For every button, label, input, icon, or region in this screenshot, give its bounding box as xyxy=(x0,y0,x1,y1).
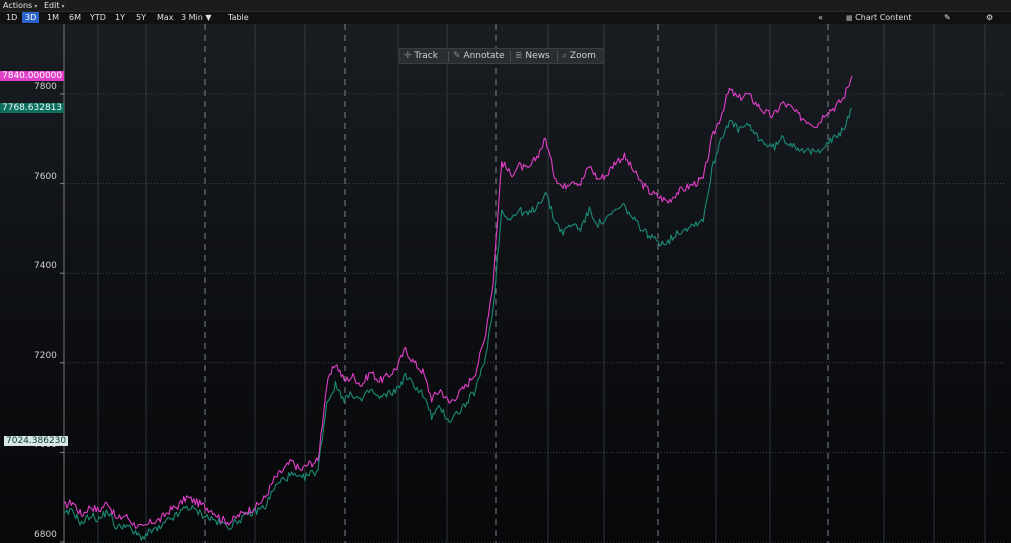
chart-area[interactable]: ✛ Track ✎ Annotate ≣ News ⌕ Zoom 6800700… xyxy=(0,24,1011,543)
y-tick-label: 7800 xyxy=(34,82,57,92)
reference-price-badge: 7024.386230 xyxy=(4,436,69,447)
gear-icon[interactable]: ⚙ xyxy=(986,12,993,24)
chart-content-label: Chart Content xyxy=(855,13,912,22)
actions-menu[interactable]: Actions ▾ xyxy=(3,0,37,12)
last-price-badge-primary: 7840.000000 xyxy=(0,71,65,82)
zoom-label: Zoom xyxy=(569,51,596,61)
magnifier-icon: ⌕ xyxy=(562,51,568,61)
crosshair-icon: ✛ xyxy=(404,51,412,61)
range-5y[interactable]: 5Y xyxy=(133,12,149,23)
news-icon: ≣ xyxy=(515,51,523,61)
annotate-tool[interactable]: ✎ Annotate xyxy=(453,49,505,63)
edit-icon[interactable]: ✎ xyxy=(944,12,951,24)
range-6m[interactable]: 6M xyxy=(66,12,84,23)
y-tick-label: 7200 xyxy=(34,350,57,361)
range-3d[interactable]: 3D xyxy=(22,12,40,23)
annotate-label: Annotate xyxy=(463,51,505,61)
series-primary-line xyxy=(63,75,853,529)
series-secondary-line xyxy=(63,107,853,541)
range-1d[interactable]: 1D xyxy=(3,12,20,23)
track-label: Track xyxy=(414,51,438,61)
range-1m[interactable]: 1M xyxy=(44,12,62,23)
range-ytd[interactable]: YTD xyxy=(87,12,109,23)
news-label: News xyxy=(525,51,550,61)
chart-tools-bar: ✛ Track ✎ Annotate ≣ News ⌕ Zoom xyxy=(399,48,604,64)
interval-dropdown[interactable]: 3 Min ▼ xyxy=(178,12,215,23)
actions-menu-label: Actions xyxy=(3,1,33,10)
range-max[interactable]: Max xyxy=(154,12,177,23)
collapse-icon[interactable]: « xyxy=(818,12,823,24)
divider xyxy=(510,51,511,62)
edit-menu-label: Edit xyxy=(44,1,60,10)
edit-menu[interactable]: Edit ▾ xyxy=(44,0,65,12)
range-toolbar: 1D 3D 1M 6M YTD 1Y 5Y Max 3 Min ▼ Table … xyxy=(0,12,1011,24)
divider xyxy=(448,51,449,62)
chart-content-button[interactable]: ▦ Chart Content xyxy=(846,12,912,24)
news-tool[interactable]: ≣ News xyxy=(515,49,550,63)
price-chart[interactable] xyxy=(0,24,1011,543)
chevron-down-icon: ▾ xyxy=(34,3,38,10)
menu-bar: Actions ▾ Edit ▾ xyxy=(0,0,1011,12)
chart-icon: ▦ xyxy=(846,14,853,22)
chevron-down-icon: ▾ xyxy=(61,3,65,10)
zoom-tool[interactable]: ⌕ Zoom xyxy=(562,49,596,63)
pencil-icon: ✎ xyxy=(453,51,461,61)
y-tick-label: 7600 xyxy=(34,171,57,182)
range-1y[interactable]: 1Y xyxy=(112,12,128,23)
divider xyxy=(557,51,558,62)
y-tick-label: 7400 xyxy=(34,261,57,272)
table-button[interactable]: Table xyxy=(225,12,252,23)
track-tool[interactable]: ✛ Track xyxy=(404,49,438,63)
last-price-badge-secondary: 7768.632813 xyxy=(0,103,65,114)
y-tick-label: 6800 xyxy=(34,530,57,540)
